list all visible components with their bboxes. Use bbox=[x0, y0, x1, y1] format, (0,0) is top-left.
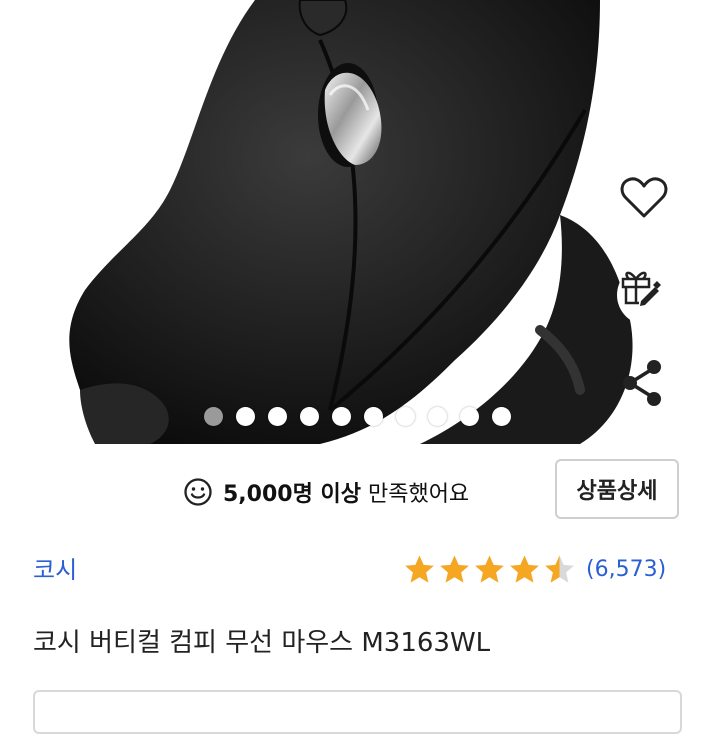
product-image[interactable] bbox=[0, 0, 714, 444]
carousel-dot[interactable] bbox=[364, 407, 383, 426]
satisfaction-line: 5,000명 이상 만족했어요 bbox=[183, 470, 469, 514]
smile-icon bbox=[184, 478, 212, 506]
carousel-dot[interactable] bbox=[300, 407, 319, 426]
star-full-icon bbox=[440, 554, 469, 583]
carousel-dot[interactable] bbox=[204, 407, 223, 426]
option-select-box[interactable] bbox=[33, 690, 682, 734]
star-full-icon bbox=[475, 554, 504, 583]
product-detail-button[interactable]: 상품상세 bbox=[555, 459, 679, 519]
wishlist-button[interactable] bbox=[620, 176, 676, 232]
carousel-dot[interactable] bbox=[332, 407, 351, 426]
carousel-dot[interactable] bbox=[268, 407, 287, 426]
carousel-indicators bbox=[0, 404, 714, 430]
gift-icon bbox=[621, 271, 661, 306]
share-icon bbox=[623, 360, 661, 406]
satisfaction-suffix: 만족했어요 bbox=[367, 482, 470, 507]
star-rating bbox=[403, 553, 578, 586]
carousel-dot[interactable] bbox=[492, 407, 511, 426]
brand-link[interactable]: 코시 bbox=[33, 550, 77, 585]
satisfaction-count: 5,000명 이상 bbox=[223, 482, 361, 507]
carousel-dot[interactable] bbox=[236, 407, 255, 426]
carousel-dot[interactable] bbox=[396, 407, 415, 426]
mouse-illustration bbox=[69, 0, 633, 444]
star-half-icon bbox=[545, 554, 574, 583]
gift-button[interactable] bbox=[617, 265, 677, 325]
carousel-dot[interactable] bbox=[428, 407, 447, 426]
rating-summary[interactable]: (6,573) bbox=[403, 549, 666, 589]
product-title: 코시 버티컬 컴피 무선 마우스 M3163WL bbox=[33, 628, 491, 658]
star-full-icon bbox=[510, 554, 539, 583]
review-count[interactable]: (6,573) bbox=[586, 557, 666, 582]
heart-icon bbox=[620, 177, 668, 218]
star-full-icon bbox=[405, 554, 434, 583]
share-button[interactable] bbox=[620, 358, 676, 414]
carousel-dot[interactable] bbox=[460, 407, 479, 426]
